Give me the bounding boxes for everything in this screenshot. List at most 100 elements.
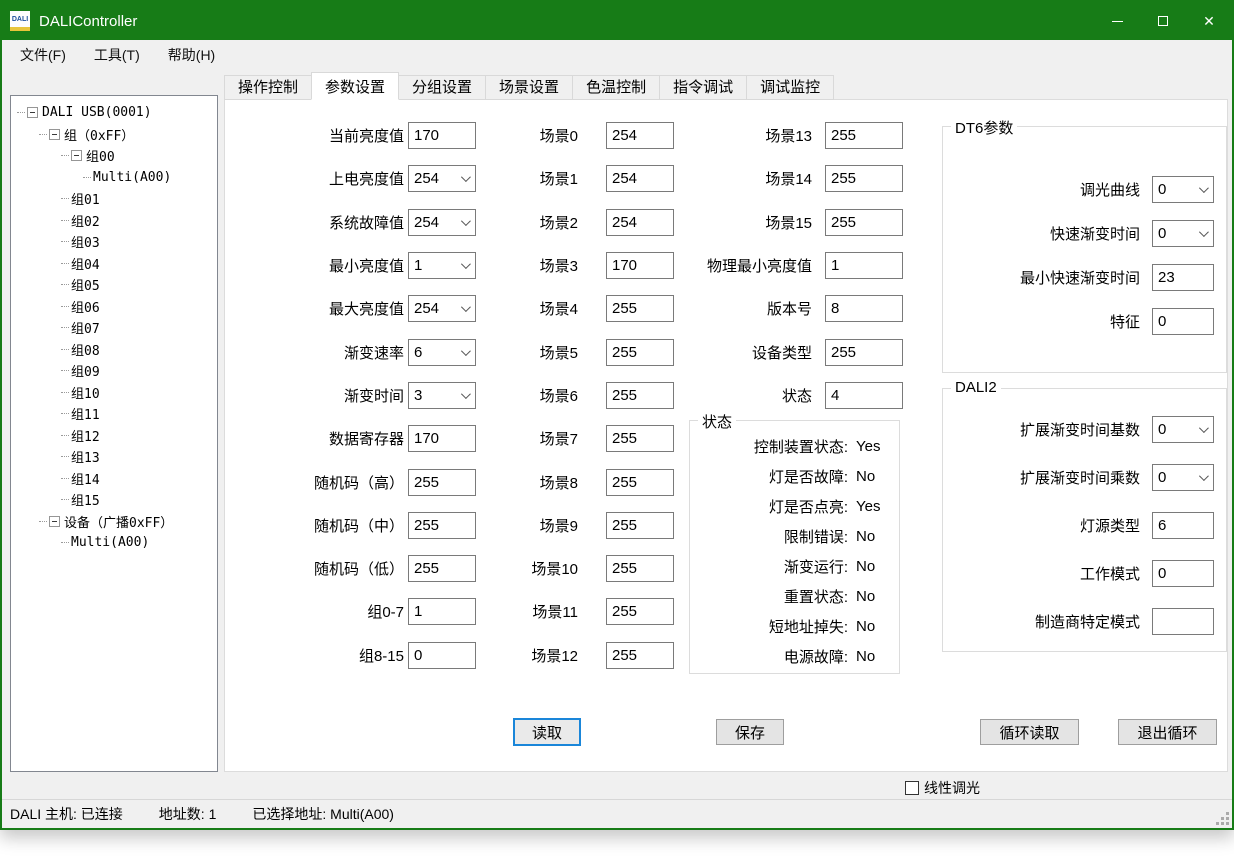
resize-grip[interactable]: [1215, 811, 1229, 825]
scene-label: 场景9: [480, 515, 578, 536]
tab[interactable]: 操作控制: [224, 75, 312, 100]
tab[interactable]: 参数设置: [311, 72, 399, 100]
param-dropdown[interactable]: 0: [1152, 220, 1214, 247]
dropdown-value: 3: [414, 387, 422, 404]
param-input[interactable]: [408, 598, 476, 625]
tree-item[interactable]: 组06: [11, 296, 217, 318]
minimize-button[interactable]: [1094, 2, 1140, 40]
chevron-down-icon: [1199, 423, 1209, 433]
tree-item[interactable]: Multi(A00): [11, 167, 217, 189]
tree-item[interactable]: DALI USB(0001): [11, 102, 217, 124]
tree-connector: [39, 134, 47, 135]
tab[interactable]: 调试监控: [746, 75, 834, 100]
tree-item[interactable]: 组14: [11, 468, 217, 490]
tree-item[interactable]: Multi(A00): [11, 532, 217, 554]
collapse-icon[interactable]: [49, 516, 60, 527]
param-dropdown[interactable]: 0: [1152, 464, 1214, 491]
param-input[interactable]: [825, 339, 903, 366]
tree-item[interactable]: 组08: [11, 339, 217, 361]
tab[interactable]: 色温控制: [572, 75, 660, 100]
host-status: DALI 主机: 已连接: [10, 804, 123, 824]
param-input[interactable]: [825, 382, 903, 409]
save-button[interactable]: 保存: [716, 719, 784, 745]
param-input[interactable]: [825, 252, 903, 279]
read-button[interactable]: 读取: [513, 718, 581, 746]
tree-item[interactable]: 组13: [11, 446, 217, 468]
tab[interactable]: 场景设置: [485, 75, 573, 100]
param-input[interactable]: [408, 642, 476, 669]
scene-input[interactable]: [606, 469, 674, 496]
tree-item[interactable]: 组01: [11, 188, 217, 210]
scene-input[interactable]: [606, 512, 674, 539]
maximize-button[interactable]: [1140, 2, 1186, 40]
param-dropdown[interactable]: 0: [1152, 176, 1214, 203]
param-dropdown[interactable]: 0: [1152, 416, 1214, 443]
tree-item[interactable]: 组03: [11, 231, 217, 253]
scene-input[interactable]: [606, 642, 674, 669]
tree-item[interactable]: 组02: [11, 210, 217, 232]
param-input[interactable]: [408, 425, 476, 452]
param-input[interactable]: [1152, 608, 1214, 635]
param-dropdown[interactable]: 6: [408, 339, 476, 366]
scene-input[interactable]: [606, 598, 674, 625]
tree-item[interactable]: 组11: [11, 403, 217, 425]
dropdown-value: 6: [414, 344, 422, 361]
param-input[interactable]: [825, 209, 903, 236]
dropdown-value: 0: [1158, 225, 1166, 242]
param-dropdown[interactable]: 1: [408, 252, 476, 279]
param-input[interactable]: [825, 295, 903, 322]
tree-item[interactable]: 组15: [11, 489, 217, 511]
tree-item[interactable]: 组（0xFF）: [11, 124, 217, 146]
status-label: 灯是否故障:: [690, 466, 848, 487]
param-dropdown[interactable]: 3: [408, 382, 476, 409]
param-input[interactable]: [408, 469, 476, 496]
collapse-icon[interactable]: [27, 107, 38, 118]
param-input[interactable]: [1152, 512, 1214, 539]
param-dropdown[interactable]: 254: [408, 165, 476, 192]
param-input[interactable]: [1152, 560, 1214, 587]
tree-item[interactable]: 设备（广播0xFF）: [11, 511, 217, 533]
tree-item[interactable]: 组07: [11, 317, 217, 339]
loop-read-button[interactable]: 循环读取: [980, 719, 1079, 745]
collapse-icon[interactable]: [71, 150, 82, 161]
param-input[interactable]: [408, 555, 476, 582]
chevron-down-icon: [1199, 227, 1209, 237]
param-column-left: 当前亮度值 上电亮度值 254 系统故障值: [229, 114, 481, 677]
tree-item-label: 组08: [71, 340, 100, 359]
menu-item[interactable]: 帮助(H): [158, 41, 225, 69]
menu-item[interactable]: 工具(T): [84, 41, 150, 69]
tree-item[interactable]: 组00: [11, 145, 217, 167]
param-dropdown[interactable]: 254: [408, 209, 476, 236]
param-input[interactable]: [408, 122, 476, 149]
menu-item[interactable]: 文件(F): [10, 41, 76, 69]
param-input[interactable]: [1152, 264, 1214, 291]
param-row: 场景13: [657, 114, 903, 157]
close-button[interactable]: ✕: [1186, 2, 1232, 40]
address-count: 地址数: 1: [159, 804, 217, 824]
dropdown-value: 0: [1158, 421, 1166, 438]
selected-address: 已选择地址: Multi(A00): [252, 804, 394, 824]
title-bar: DALI DALIController ✕: [2, 2, 1232, 40]
linear-dim-checkbox[interactable]: [905, 781, 919, 795]
tab[interactable]: 分组设置: [398, 75, 486, 100]
tree-connector: [61, 327, 69, 328]
tree-item[interactable]: 组05: [11, 274, 217, 296]
param-dropdown[interactable]: 254: [408, 295, 476, 322]
param-row: 物理最小亮度值: [657, 244, 903, 287]
exit-loop-button[interactable]: 退出循环: [1118, 719, 1217, 745]
param-input[interactable]: [1152, 308, 1214, 335]
tree-item[interactable]: 组04: [11, 253, 217, 275]
tree-item[interactable]: 组10: [11, 382, 217, 404]
collapse-icon[interactable]: [49, 129, 60, 140]
chevron-down-icon: [461, 302, 471, 312]
tree-item[interactable]: 组09: [11, 360, 217, 382]
tree-item[interactable]: 组12: [11, 425, 217, 447]
scene-input[interactable]: [606, 425, 674, 452]
tab[interactable]: 指令调试: [659, 75, 747, 100]
param-label: 系统故障值: [229, 212, 408, 233]
scene-input[interactable]: [606, 555, 674, 582]
param-label: 快速渐变时间: [955, 223, 1152, 244]
param-input[interactable]: [825, 122, 903, 149]
param-input[interactable]: [408, 512, 476, 539]
param-input[interactable]: [825, 165, 903, 192]
